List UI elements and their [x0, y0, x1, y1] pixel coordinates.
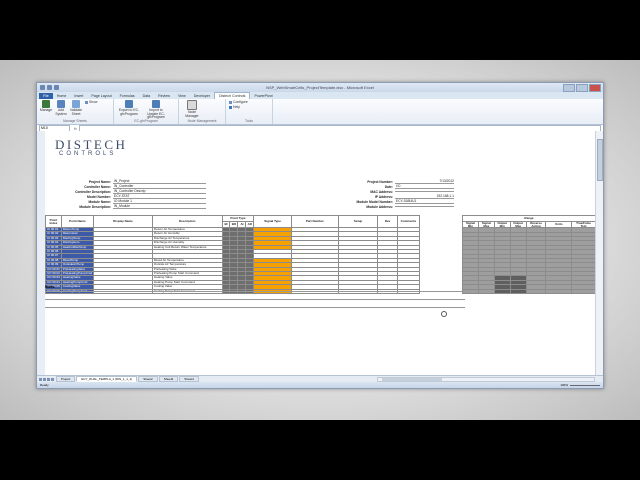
import-button[interactable]: Import to Update EC-gfxProgram: [144, 100, 168, 120]
ribbon-group-manage-sheets: Manage Add System Validate Sheet Show Ma…: [37, 99, 114, 124]
project-info-right: Project Number: 7/13/2012 Date: I/O MAC Ad…: [345, 179, 454, 209]
ranges-table: Range Signal Min Signal Max Output Min O…: [462, 215, 596, 295]
header-signal-type: Signal Type: [253, 215, 292, 228]
ribbon: Manage Add System Validate Sheet Show Ma…: [37, 99, 603, 125]
distech-logo: DISTECH CONTROLS: [55, 137, 127, 157]
configure-button[interactable]: Configure: [229, 100, 248, 104]
header-point-name: Point Name: [60, 215, 95, 228]
window-title: NSP_WebSmartCells_ProjectTemplate.xlsx -…: [266, 85, 374, 90]
window-controls: [563, 84, 601, 92]
range-cell[interactable]: [493, 288, 511, 295]
points-table: Point Index Point Name Display Name Desc…: [45, 215, 459, 295]
zoom-slider[interactable]: [570, 384, 600, 386]
range-cell[interactable]: [477, 288, 495, 295]
validate-icon: [72, 100, 80, 108]
range-cell[interactable]: [571, 288, 596, 295]
point-index-cell[interactable]: UO 00.01: [45, 266, 62, 273]
configure-icon: [229, 100, 232, 104]
vertical-scrollbar[interactable]: [595, 131, 603, 376]
header-point-index: Point Index: [45, 215, 62, 228]
title-bar: NSP_WebSmartCells_ProjectTemplate.xlsx -…: [37, 83, 603, 92]
node-manager-button[interactable]: Node Manager: [182, 100, 202, 118]
range-cell[interactable]: [525, 288, 547, 295]
ribbon-group-tools: Configure Help Tools: [226, 99, 273, 124]
range-cell[interactable]: [509, 288, 527, 295]
point-index-cell[interactable]: UO 00.02: [45, 271, 62, 277]
ribbon-group-node-management: Node Manager Node Management: [179, 99, 226, 124]
mouse-cursor-icon: [441, 311, 447, 317]
show-icon: [85, 100, 88, 104]
minimize-button[interactable]: [563, 84, 575, 92]
show-option[interactable]: Show: [85, 100, 97, 104]
maximize-button[interactable]: [576, 84, 588, 92]
info-row: Module Description: IN_Module: [57, 204, 206, 209]
sheet-nav-buttons[interactable]: [39, 377, 54, 381]
ribbon-group-label: EC-gfxProgram: [134, 119, 158, 123]
info-row: Module Model Number: ECY-SUB4U1: [345, 199, 454, 204]
add-system-icon: [57, 100, 65, 108]
info-row: Date: I/O: [345, 184, 454, 189]
import-icon: [152, 100, 160, 108]
header-setup: Setup: [337, 215, 379, 228]
worksheet-grid[interactable]: DISTECH CONTROLS Project Name: IN_Project…: [45, 131, 596, 376]
help-button[interactable]: Help: [229, 105, 248, 109]
info-row: Module Address:: [345, 204, 454, 209]
range-cell[interactable]: [545, 288, 573, 295]
ribbon-group-label: Manage Sheets: [63, 119, 87, 123]
manage-button[interactable]: Manage: [40, 100, 52, 113]
ribbon-tabs: File Home Insert Page Layout Formulas Da…: [37, 92, 603, 99]
header-description: Description: [151, 215, 223, 228]
help-icon: [229, 105, 232, 109]
sheet-tabs-bar: Project ECY_DUAL_TEMPLA_1 (DIN_1_1_1) Sh…: [37, 375, 603, 382]
point-index-cell[interactable]: UO 00.03: [45, 275, 62, 281]
project-info-left: Project Name: IN_Project Controller Name:…: [57, 179, 206, 209]
excel-window: NSP_WebSmartCells_ProjectTemplate.xlsx -…: [36, 82, 604, 389]
notes-divider: [45, 299, 465, 300]
point-name-cell[interactable]: PreHeatingPumpCmd: [60, 271, 95, 277]
scrollbar-thumb[interactable]: [597, 139, 603, 181]
ribbon-group-label: Node Management: [187, 119, 217, 123]
notes-divider: [45, 291, 465, 292]
status-text: Ready: [40, 383, 49, 387]
add-system-button[interactable]: Add System: [55, 100, 67, 116]
status-bar: Ready 100%: [37, 382, 603, 388]
validate-sheet-button[interactable]: Validate Sheet: [70, 100, 82, 116]
ribbon-group-ec-gfxprogram: Export to EC-gfxProgram Import to Update…: [114, 99, 179, 124]
tab-distech-controls[interactable]: Distech Controls: [214, 92, 251, 99]
header-display-name: Display Name: [93, 215, 153, 228]
screen-backdrop: NSP_WebSmartCells_ProjectTemplate.xlsx -…: [0, 60, 640, 420]
ranges-row: [462, 288, 596, 295]
node-manager-icon: [187, 100, 197, 110]
close-button[interactable]: [589, 84, 601, 92]
notes-divider: [45, 307, 465, 308]
fx-label[interactable]: fx: [74, 127, 77, 131]
export-button[interactable]: Export to EC-gfxProgram: [117, 100, 141, 116]
zoom-level: 100%: [560, 383, 568, 387]
header-comments: Comments: [396, 215, 420, 228]
ribbon-group-label: Tools: [245, 119, 253, 123]
export-icon: [125, 100, 133, 108]
zoom-control[interactable]: 100%: [560, 383, 600, 387]
header-dev: Dev: [377, 215, 398, 228]
scrollbar-thumb[interactable]: [382, 378, 442, 381]
manage-icon: [42, 100, 50, 108]
header-part-number: Part Number: [290, 215, 339, 228]
notes-label: Notes:: [45, 285, 56, 289]
